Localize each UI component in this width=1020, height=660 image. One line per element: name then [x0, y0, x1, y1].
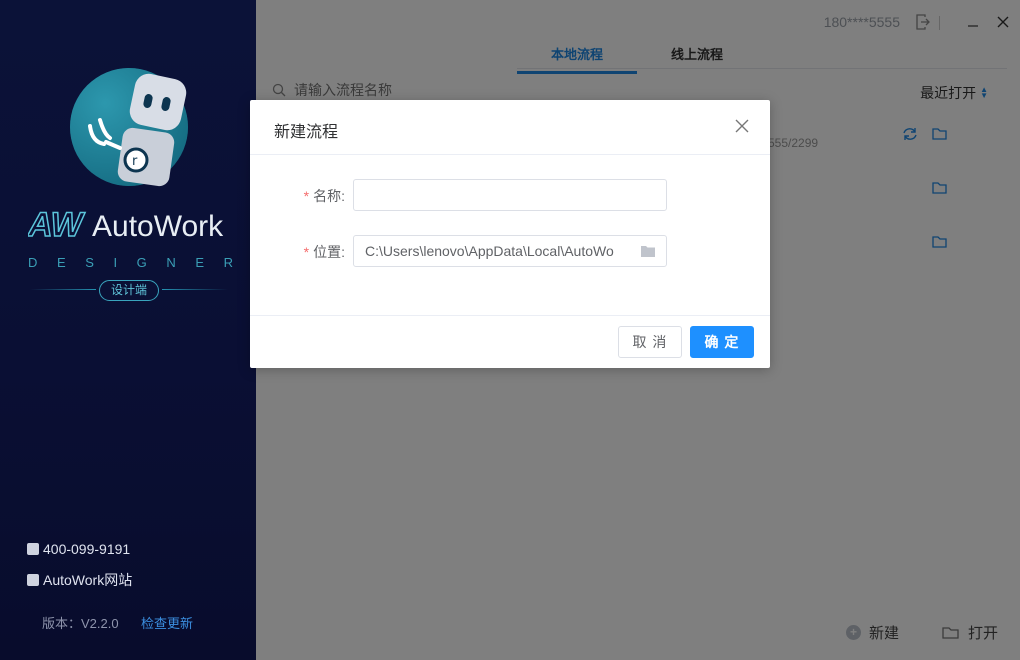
version-label: 版本：V2.2.0	[42, 616, 119, 631]
divider	[250, 315, 770, 316]
designer-tag: 设计端	[99, 280, 159, 301]
designer-letter: E	[56, 255, 66, 270]
dialog-title: 新建流程	[274, 124, 339, 141]
designer-letter: E	[195, 255, 205, 270]
website-icon	[27, 574, 39, 586]
location-label: * 位置:	[303, 244, 345, 260]
name-label: * 名称:	[303, 188, 345, 204]
brand-mark: AW	[28, 206, 86, 243]
website-link[interactable]: AutoWork网站	[27, 570, 132, 590]
designer-letter: R	[223, 255, 233, 270]
designer-letter: G	[136, 255, 147, 270]
brand-name: AutoWork	[92, 210, 224, 243]
dialog-close-icon[interactable]	[734, 118, 750, 134]
designer-letter: I	[113, 255, 118, 270]
sidebar: r AW AutoWork D E S I G N E R 设计端 400-09…	[0, 0, 256, 660]
website-label: AutoWork网站	[43, 572, 133, 588]
robot-logo-icon: r	[70, 68, 188, 187]
confirm-button[interactable]: 确 定	[690, 326, 754, 358]
phone-icon	[27, 543, 39, 555]
designer-letter: D	[28, 255, 38, 270]
designer-letter: S	[85, 255, 94, 270]
folder-icon[interactable]	[641, 245, 655, 257]
name-form-row: * 名称:	[250, 179, 770, 211]
new-flow-dialog: 新建流程 *名称: *位置: 取 消 确 定	[250, 100, 770, 368]
location-input[interactable]	[353, 235, 667, 267]
phone-contact: 400-099-9191	[27, 541, 130, 557]
check-update-link[interactable]: 检查更新	[141, 613, 193, 632]
cancel-button[interactable]: 取 消	[618, 326, 682, 358]
divider	[250, 154, 770, 155]
name-input[interactable]	[353, 179, 667, 211]
designer-caption: D E S I G N E R	[28, 255, 233, 270]
divider	[30, 289, 96, 290]
phone-number: 400-099-9191	[43, 541, 131, 557]
autowork-logo: AW AutoWork	[28, 205, 224, 243]
location-form-row: * 位置:	[250, 235, 770, 267]
svg-text:r: r	[132, 154, 138, 169]
divider	[162, 289, 228, 290]
designer-letter: N	[166, 255, 176, 270]
